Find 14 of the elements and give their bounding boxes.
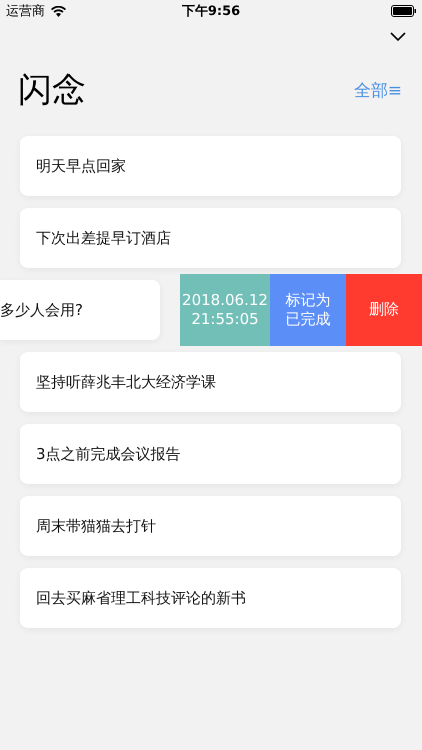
note-card[interactable]: 周末带猫猫去打针 bbox=[20, 496, 401, 556]
carrier-name: 运营商 bbox=[6, 3, 45, 20]
note-card[interactable]: 多少人会用? bbox=[0, 280, 160, 340]
action-button[interactable]: 删除 bbox=[346, 274, 422, 346]
status-time: 下午9:56 bbox=[182, 3, 240, 20]
wifi-icon bbox=[51, 6, 66, 16]
page-title: 闪念 bbox=[18, 69, 86, 112]
battery-icon bbox=[391, 5, 416, 17]
note-card[interactable]: 3点之前完成会议报告 bbox=[20, 424, 401, 484]
note-card[interactable]: 明天早点回家 bbox=[20, 136, 401, 196]
note-card[interactable]: 下次出差提早订酒店 bbox=[20, 208, 401, 268]
note-card[interactable]: 坚持听薛兆丰北大经济学课 bbox=[20, 352, 401, 412]
chevron-down-icon[interactable] bbox=[390, 32, 406, 42]
note-card[interactable]: 回去买麻省理工科技评论的新书 bbox=[20, 568, 401, 628]
